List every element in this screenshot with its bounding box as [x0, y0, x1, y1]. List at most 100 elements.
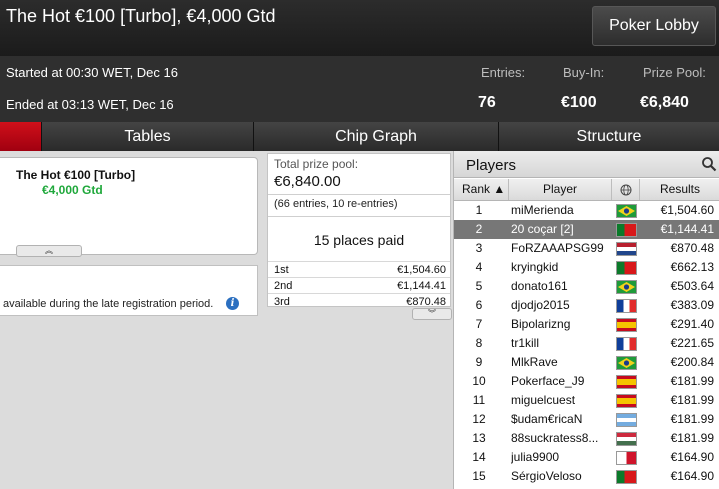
country-flag-icon — [616, 375, 637, 389]
player-rank: 11 — [472, 393, 486, 407]
player-rank: 3 — [475, 241, 483, 255]
column-country[interactable] — [612, 179, 640, 200]
tab-tables[interactable]: Tables — [42, 122, 254, 151]
player-result: €870.48 — [670, 241, 714, 255]
player-name: julia9900 — [511, 450, 560, 464]
players-column-header: Rank ▲ Player Results — [454, 179, 719, 201]
tab-bar: Tables Chip Graph Structure — [0, 122, 719, 151]
flag-detail — [618, 206, 635, 216]
country-flag-icon — [616, 318, 637, 332]
late-registration-text: available during the late registration p… — [3, 298, 214, 310]
country-flag-icon — [616, 451, 637, 465]
player-name: miMerienda — [511, 203, 574, 217]
column-player[interactable]: Player — [509, 179, 612, 200]
payout-row: 2nd €1,144.41 — [268, 277, 450, 293]
places-paid: 15 places paid — [313, 232, 405, 248]
table-row[interactable]: 4 kryingkid €662.13 — [454, 258, 719, 277]
flag-detail — [618, 282, 635, 292]
country-flag-icon — [616, 261, 637, 275]
poker-lobby-button[interactable]: Poker Lobby — [592, 6, 716, 46]
end-time: Ended at 03:13 WET, Dec 16 — [6, 97, 174, 112]
table-row[interactable]: 7 Bipolarizng €291.40 — [454, 315, 719, 334]
players-header: Players — [454, 151, 719, 178]
expand-payouts-button[interactable]: ︾ — [412, 308, 452, 320]
divider — [268, 194, 450, 195]
player-rank: 4 — [475, 260, 483, 274]
table-row[interactable]: 10 Pokerface_J9 €181.99 — [454, 372, 719, 391]
table-row[interactable]: 14 julia9900 €164.90 — [454, 448, 719, 467]
globe-icon — [620, 184, 631, 196]
player-name: 88suckratess8... — [511, 431, 599, 445]
player-rank: 12 — [472, 412, 486, 426]
total-prize-value: €6,840.00 — [274, 173, 341, 190]
entries-value: 76 — [478, 94, 496, 111]
start-time: Started at 00:30 WET, Dec 16 — [6, 65, 178, 80]
table-row[interactable]: 12 $udam€ricaN €181.99 — [454, 410, 719, 429]
player-name: miguelcuest — [511, 393, 576, 407]
player-name: FoRZAAAPSG99 — [511, 241, 604, 255]
player-result: €383.09 — [670, 298, 714, 312]
table-row[interactable]: 9 MlkRave €200.84 — [454, 353, 719, 372]
prize-pool-label: Prize Pool: — [643, 65, 706, 80]
player-name: Bipolarizng — [511, 317, 571, 331]
column-rank[interactable]: Rank ▲ — [454, 179, 509, 200]
table-row[interactable]: 2 20 coçar [2] €1,144.41 — [454, 220, 719, 239]
table-row[interactable]: 8 tr1kill €221.65 — [454, 334, 719, 353]
table-row[interactable]: 11 miguelcuest €181.99 — [454, 391, 719, 410]
country-flag-icon — [616, 470, 637, 484]
player-rank: 8 — [475, 336, 483, 350]
player-rank: 2 — [475, 222, 483, 236]
player-name: djodjo2015 — [511, 298, 570, 312]
search-icon[interactable] — [701, 156, 717, 172]
player-result: €181.99 — [670, 374, 714, 388]
player-name: MlkRave — [511, 355, 558, 369]
tab-info[interactable] — [0, 122, 42, 151]
payout-amount: €1,504.60 — [397, 264, 446, 276]
buyin-label: Buy-In: — [563, 65, 605, 80]
player-result: €181.99 — [670, 431, 714, 445]
collapse-button[interactable]: ︽ — [16, 245, 82, 257]
player-rank: 6 — [475, 298, 483, 312]
table-row[interactable]: 13 88suckratess8... €181.99 — [454, 429, 719, 448]
payout-amount: €1,144.41 — [397, 280, 446, 292]
tournament-card[interactable]: The Hot €100 [Turbo] €4,000 Gtd — [0, 157, 258, 255]
country-flag-icon — [616, 432, 637, 446]
player-rank: 15 — [472, 469, 486, 483]
table-row[interactable]: 6 djodjo2015 €383.09 — [454, 296, 719, 315]
player-name: 20 coçar [2] — [511, 222, 574, 236]
player-name: tr1kill — [511, 336, 540, 350]
tournament-card-guarantee: €4,000 Gtd — [42, 183, 103, 197]
player-name: $udam€ricaN — [511, 412, 583, 426]
players-title: Players — [466, 157, 517, 174]
country-flag-icon — [616, 223, 637, 237]
country-flag-icon — [616, 394, 637, 408]
tab-structure[interactable]: Structure — [499, 122, 719, 151]
table-row[interactable]: 15 SérgioVeloso €164.90 — [454, 467, 719, 486]
player-result: €662.13 — [670, 260, 714, 274]
country-flag-icon — [616, 413, 637, 427]
country-flag-icon — [616, 280, 637, 294]
player-name: kryingkid — [511, 260, 559, 274]
total-prize-label: Total prize pool: — [274, 157, 359, 171]
players-panel: Players Rank ▲ Player Results 1 miMeriend… — [453, 151, 719, 489]
tab-chip-graph[interactable]: Chip Graph — [254, 122, 499, 151]
player-rank: 10 — [472, 374, 486, 388]
player-rank: 13 — [472, 431, 486, 445]
player-rank: 5 — [475, 279, 483, 293]
player-name: SérgioVeloso — [511, 469, 582, 483]
country-flag-icon — [616, 356, 637, 370]
player-rank: 14 — [472, 450, 486, 464]
player-result: €1,144.41 — [660, 222, 714, 236]
table-row[interactable]: 1 miMerienda €1,504.60 — [454, 201, 719, 220]
table-row[interactable]: 5 donato161 €503.64 — [454, 277, 719, 296]
tournament-title: The Hot €100 [Turbo], €4,000 Gtd — [6, 6, 276, 26]
country-flag-icon — [616, 242, 637, 256]
column-results[interactable]: Results — [640, 179, 719, 200]
tournament-info-bar: Started at 00:30 WET, Dec 16 Ended at 03… — [0, 56, 719, 122]
table-row[interactable]: 3 FoRZAAAPSG99 €870.48 — [454, 239, 719, 258]
title-bar: The Hot €100 [Turbo], €4,000 Gtd Poker L… — [0, 0, 719, 56]
entries-detail: (66 entries, 10 re-entries) — [274, 198, 398, 210]
info-icon[interactable]: i — [226, 297, 239, 310]
payout-place: 3rd — [274, 296, 290, 308]
country-flag-icon — [616, 204, 637, 218]
